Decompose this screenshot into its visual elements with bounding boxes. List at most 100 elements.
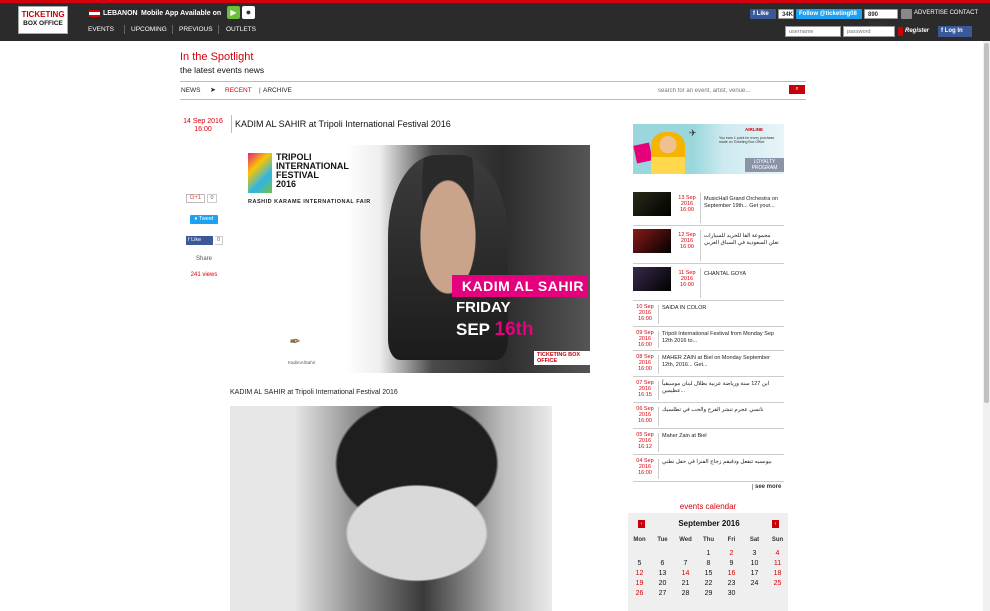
- tab-recent[interactable]: RECENT: [225, 87, 252, 94]
- google-plus-button[interactable]: G+1: [186, 194, 205, 203]
- register-arrow-icon: [898, 27, 903, 36]
- event-title[interactable]: نانسي عجرم تنشر الفرح والحب في تطلسيك: [662, 407, 782, 414]
- event-list-item[interactable]: 09 Sep 2016 16:00 Tripoli International Fe…: [633, 328, 784, 351]
- event-divider: [658, 305, 659, 324]
- scrollbar-thumb[interactable]: [984, 43, 989, 403]
- nav-divider: [172, 25, 173, 34]
- event-thumbnail[interactable]: [633, 192, 671, 216]
- artist-photo[interactable]: [230, 406, 552, 611]
- nav-upcoming[interactable]: UPCOMING: [131, 26, 167, 33]
- calendar-day[interactable]: 19: [628, 580, 651, 587]
- top-bar: [0, 0, 990, 41]
- site-logo[interactable]: TICKETING BOX OFFICE: [18, 6, 68, 34]
- event-date-time: 16:00: [680, 244, 694, 250]
- tweet-button[interactable]: ♦ Tweet: [190, 215, 218, 224]
- event-list-item[interactable]: 13 Sep 2016 16:00 MusicHall Grand Orchestr…: [633, 190, 784, 226]
- see-more-link[interactable]: see more: [752, 484, 781, 490]
- loyalty-promo-banner[interactable]: ✈ AIRLINE You earn 1 point for every pur…: [633, 124, 784, 174]
- event-title[interactable]: Tripoli International Festival from Mond…: [662, 331, 782, 344]
- promo-woman-image: [651, 132, 685, 174]
- event-list-item[interactable]: 07 Sep 2016 16:15 ابن 127 سنة ورياضة عربية…: [633, 378, 784, 403]
- event-list-item[interactable]: 04 Sep 2016 16:00 بيونسيه تتفعل ودقيقم زجا…: [633, 456, 784, 482]
- calendar-day: 1: [706, 550, 711, 557]
- event-date: 04 Sep 2016 16:00: [635, 458, 655, 476]
- image-caption: KADIM AL SAHIR at Tripoli International …: [230, 389, 398, 396]
- event-title[interactable]: بيونسيه تتفعل ودقيقم زجاج الفنزا في حفل …: [662, 459, 782, 466]
- event-list-item[interactable]: 10 Sep 2016 16:00 SAIDA IN COLOR: [633, 302, 784, 327]
- event-date-day: 08 Sep 2016: [636, 354, 654, 366]
- calendar-prev-button[interactable]: ‹: [638, 520, 645, 528]
- event-title[interactable]: مجموعة الفا للخريد للسيارات تعلن السعودي…: [704, 233, 782, 246]
- mobile-app-label: Mobile App Available on: [141, 10, 222, 17]
- event-title[interactable]: SAIDA IN COLOR: [662, 305, 782, 312]
- logo-line2: BOX OFFICE: [23, 20, 63, 27]
- event-title[interactable]: ابن 127 سنة ورياضة عربية بطلال لبنان موس…: [662, 381, 782, 394]
- event-thumbnail[interactable]: [633, 267, 671, 291]
- google-play-icon[interactable]: ▶: [227, 6, 240, 19]
- calendar-day[interactable]: 11: [766, 560, 789, 567]
- password-field[interactable]: [843, 26, 895, 37]
- article-facebook-like-label: Like: [191, 237, 202, 243]
- calendar-day[interactable]: 16: [720, 570, 743, 577]
- event-date-time: 16:12: [638, 444, 652, 450]
- twitter-follow-button[interactable]: Follow @ticketing08: [796, 9, 862, 19]
- share-link[interactable]: Share: [186, 256, 222, 262]
- calendar-day[interactable]: 25: [766, 580, 789, 587]
- facebook-login-button[interactable]: f Log In: [938, 26, 972, 37]
- nav-previous[interactable]: PREVIOUS: [179, 26, 213, 33]
- calendar-day[interactable]: 4: [766, 550, 789, 557]
- google-plus-count: 0: [207, 194, 217, 203]
- event-date-time: 16:00: [638, 470, 652, 476]
- calendar-day[interactable]: 26: [628, 590, 651, 597]
- advertise-contact-link[interactable]: ADVERTISE CONTACT: [914, 10, 978, 16]
- event-title[interactable]: CHANTAL GOYA: [704, 271, 782, 278]
- event-divider: [658, 433, 659, 452]
- calendar-day[interactable]: 18: [766, 570, 789, 577]
- event-list-item[interactable]: 05 Sep 2016 16:12 Maher Zain at Biel: [633, 430, 784, 455]
- tab-news[interactable]: NEWS: [181, 87, 201, 94]
- calendar-day[interactable]: 2: [720, 550, 743, 557]
- signature-label: KadimAlSahir: [288, 360, 316, 365]
- calendar-day: 24: [750, 580, 759, 587]
- event-thumbnail[interactable]: [633, 229, 671, 253]
- header-divider: [180, 81, 806, 82]
- event-date: 07 Sep 2016 16:15: [635, 380, 655, 398]
- article-date-time: 16:00: [194, 126, 212, 133]
- lebanon-flag-icon: [89, 10, 100, 17]
- calendar-day: 20: [658, 580, 667, 587]
- facebook-like-button[interactable]: f Like: [750, 9, 776, 19]
- event-list-item[interactable]: 12 Sep 2016 16:00 مجموعة الفا للخريد للسيا…: [633, 227, 784, 264]
- nav-outlets[interactable]: OUTLETS: [226, 26, 256, 33]
- calendar-day[interactable]: 12: [628, 570, 651, 577]
- poster-month: SEP: [456, 320, 490, 339]
- nav-events[interactable]: EVENTS: [88, 26, 114, 33]
- event-date: 12 Sep 2016 16:00: [677, 232, 697, 250]
- search-button[interactable]: ⌕: [789, 85, 805, 94]
- event-poster-image[interactable]: TRIPOLI INTERNATIONAL FESTIVAL 2016 RASH…: [240, 145, 590, 373]
- calendar-next-button[interactable]: ›: [772, 520, 779, 528]
- tab-archive[interactable]: ARCHIVE: [263, 87, 292, 94]
- event-title[interactable]: MAHER ZAIN at Biel on Monday September 1…: [662, 355, 782, 368]
- tab-separator: |: [259, 87, 261, 94]
- event-list-item[interactable]: 06 Sep 2016 16:00 نانسي عجرم تنشر الفرح وا…: [633, 404, 784, 429]
- event-date-day: 13 Sep 2016: [678, 195, 696, 207]
- signature-logo: ✒: [288, 333, 300, 349]
- calendar-day: 7: [683, 560, 688, 567]
- event-date: 11 Sep 2016 16:00: [677, 270, 697, 288]
- calendar-day[interactable]: 14: [674, 570, 697, 577]
- username-field[interactable]: [785, 26, 841, 37]
- page-subtitle: the latest events news: [180, 65, 265, 75]
- event-list-item[interactable]: 08 Sep 2016 16:00 MAHER ZAIN at Biel on Mo…: [633, 352, 784, 377]
- apple-icon[interactable]: ●: [242, 6, 255, 19]
- event-list-item[interactable]: 11 Sep 2016 16:00 CHANTAL GOYA: [633, 265, 784, 301]
- event-date: 13 Sep 2016 16:00: [677, 195, 697, 213]
- article-date-day: 14 Sep 2016: [183, 118, 223, 125]
- calendar-day-header: Sun: [771, 537, 784, 543]
- event-date: 08 Sep 2016 16:00: [635, 354, 655, 372]
- country-label[interactable]: LEBANON: [103, 10, 138, 17]
- search-input[interactable]: [658, 85, 785, 96]
- event-title[interactable]: MusicHall Grand Orchestra on September 1…: [704, 196, 782, 209]
- event-title[interactable]: Maher Zain at Biel: [662, 433, 782, 440]
- article-facebook-like-button[interactable]: f Like: [186, 236, 213, 245]
- register-link[interactable]: Register: [905, 28, 929, 34]
